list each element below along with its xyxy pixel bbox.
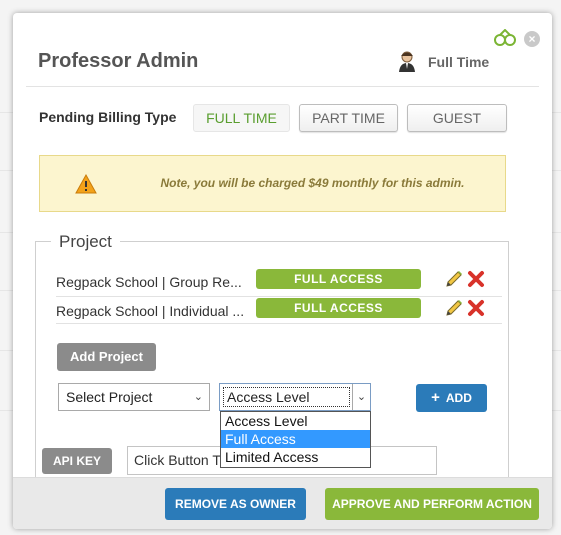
- row-divider: [56, 296, 502, 297]
- person-icon: [399, 51, 415, 72]
- option-limited-access[interactable]: Limited Access: [221, 448, 370, 466]
- access-level-value: Access Level: [223, 387, 350, 407]
- header-divider: [26, 86, 539, 87]
- access-level-options: Access Level Full Access Limited Access: [220, 411, 371, 468]
- plus-icon: +: [431, 389, 440, 406]
- employment-type: Full Time: [428, 54, 490, 70]
- remove-as-owner-button[interactable]: REMOVE AS OWNER: [165, 488, 306, 520]
- chevron-down-icon: ⌄: [193, 391, 203, 403]
- page-title: Professor Admin: [38, 50, 199, 72]
- delete-icon[interactable]: [466, 269, 486, 289]
- option-full-access[interactable]: Full Access: [221, 430, 370, 448]
- chevron-down-icon[interactable]: ⌄: [352, 384, 370, 410]
- close-icon[interactable]: ×: [524, 31, 540, 47]
- option-access-level[interactable]: Access Level: [221, 412, 370, 430]
- billing-part-time-button[interactable]: PART TIME: [299, 104, 398, 132]
- select-project-value: Select Project: [66, 389, 153, 405]
- ninja-icon[interactable]: [494, 29, 516, 47]
- add-button-label: ADD: [445, 391, 472, 405]
- api-key-button[interactable]: API KEY: [42, 448, 112, 474]
- note-text: Note, you will be charged $49 monthly fo…: [160, 176, 465, 190]
- approve-button[interactable]: APPROVE AND PERFORM ACTION: [325, 488, 539, 520]
- billing-guest-button[interactable]: GUEST: [407, 104, 507, 132]
- project-row: Regpack School | Individual ... FULL ACC…: [56, 298, 502, 324]
- project-name: Regpack School | Individual ...: [56, 303, 245, 319]
- delete-icon[interactable]: [466, 298, 486, 318]
- add-button[interactable]: + ADD: [416, 384, 487, 412]
- project-legend: Project: [51, 232, 120, 252]
- row-divider: [56, 323, 502, 324]
- access-level-dropdown[interactable]: Access Level ⌄: [219, 383, 371, 411]
- billing-type-label: Pending Billing Type: [39, 109, 177, 125]
- pencil-icon[interactable]: [444, 269, 464, 289]
- admin-modal: × Professor Admin Full Time Pending Bill…: [13, 13, 552, 529]
- add-project-button[interactable]: Add Project: [57, 343, 156, 371]
- billing-note: Note, you will be charged $49 monthly fo…: [39, 155, 506, 212]
- project-row: Regpack School | Group Re... FULL ACCESS: [56, 269, 502, 295]
- access-badge: FULL ACCESS: [256, 298, 421, 318]
- pencil-icon[interactable]: [444, 298, 464, 318]
- billing-full-time-button[interactable]: FULL TIME: [193, 104, 290, 132]
- project-name: Regpack School | Group Re...: [56, 274, 242, 290]
- access-badge: FULL ACCESS: [256, 269, 421, 289]
- select-project-dropdown[interactable]: Select Project ⌄: [58, 383, 210, 411]
